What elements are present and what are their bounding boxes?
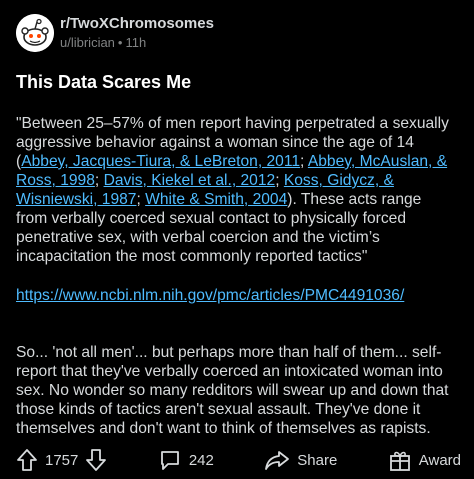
citation-link-1[interactable]: Abbey, Jacques-Tiura, & LeBreton, 2011 [21,153,300,170]
post-age: 11h [125,35,147,50]
subreddit-name[interactable]: r/TwoXChromosomes [60,15,214,32]
quote-paragraph: "Between 25–57% of men report having per… [16,115,449,265]
vote-count: 1757 [45,451,79,469]
citation-link-5[interactable]: White & Smith, 2004 [145,191,287,208]
meta-separator: • [117,35,123,50]
downvote-arrow-icon[interactable] [85,448,107,472]
award-button[interactable]: Award [388,448,461,472]
share-label: Share [297,451,338,469]
source-paragraph: https://www.ncbi.nlm.nih.gov/pmc/article… [16,286,456,305]
citation-link-3[interactable]: Davis, Kiekel et al., 2012 [104,172,276,189]
commentary-paragraph: So... 'not all men'... but perhaps more … [16,344,449,437]
award-label: Award [418,451,461,469]
post-title: This Data Scares Me [16,72,192,92]
author-name[interactable]: u/librician [60,35,115,50]
source-url-link[interactable]: https://www.ncbi.nlm.nih.gov/pmc/article… [16,287,404,304]
reddit-snoo-icon [16,14,54,52]
post-header: r/TwoXChromosomes u/librician • 11h [16,14,456,54]
post-body: "Between 25–57% of men report having per… [16,114,456,438]
award-gift-icon [388,448,412,472]
subreddit-avatar[interactable] [16,14,54,52]
vote-group: 1757 [16,448,107,472]
post-meta: u/librician • 11h [60,35,146,50]
comments-button[interactable]: 242 [158,448,214,472]
share-button[interactable]: Share [264,448,337,472]
upvote-arrow-icon[interactable] [16,448,38,472]
comment-bubble-icon [158,448,182,472]
share-arrow-icon [264,448,290,472]
comment-count: 242 [188,451,214,469]
action-bar: 1757 242 Share Award [16,446,461,474]
